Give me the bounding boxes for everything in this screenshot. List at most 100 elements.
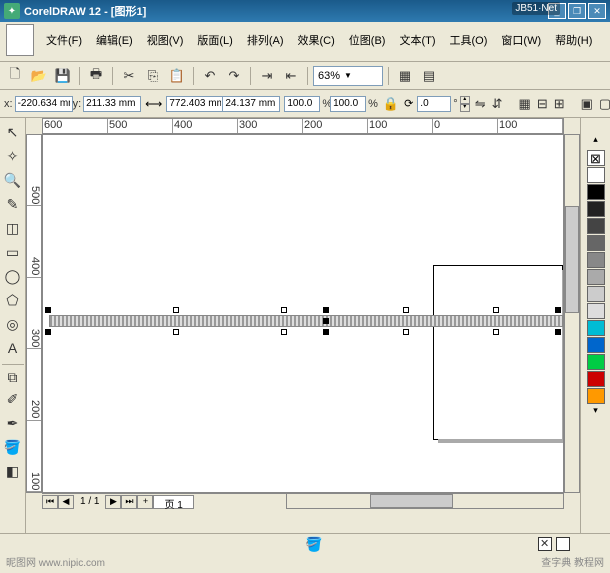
spin-up[interactable]: ▴ — [460, 96, 470, 104]
scroll-thumb-v[interactable] — [565, 206, 579, 313]
menu-window[interactable]: 窗口(W) — [495, 30, 547, 50]
fill-none-icon[interactable] — [538, 537, 552, 551]
swatch-9[interactable] — [587, 320, 605, 336]
swatch-12[interactable] — [587, 371, 605, 387]
sel-handle-tm1[interactable] — [173, 307, 179, 313]
shape-tool[interactable]: ✧ — [2, 145, 24, 167]
spin-down[interactable]: ▾ — [460, 104, 470, 112]
ellipse-tool[interactable]: ◯ — [2, 265, 24, 287]
swatch-0[interactable] — [587, 167, 605, 183]
page-tab[interactable]: 页 1 — [153, 495, 193, 509]
menu-layout[interactable]: 版面(L) — [191, 30, 238, 50]
sel-handle-bm4[interactable] — [493, 329, 499, 335]
lock-ratio-button[interactable]: 🔒 — [382, 93, 400, 115]
cut-button[interactable]: ✂ — [118, 65, 140, 87]
page-next-button[interactable]: ▶ — [105, 495, 121, 509]
swatch-2[interactable] — [587, 201, 605, 217]
maximize-button[interactable]: ❐ — [568, 3, 586, 19]
scaley-field[interactable] — [330, 96, 366, 112]
y-field[interactable] — [83, 96, 141, 112]
page-add-button[interactable]: + — [137, 495, 153, 509]
import-button[interactable]: ⇥ — [256, 65, 278, 87]
align-button[interactable]: ▦ — [518, 93, 532, 115]
swatch-13[interactable] — [587, 388, 605, 404]
sel-handle-tm2[interactable] — [281, 307, 287, 313]
sel-handle-tm3[interactable] — [403, 307, 409, 313]
menu-edit[interactable]: 编辑(E) — [90, 30, 139, 50]
page-prev-button[interactable]: ◀ — [58, 495, 74, 509]
sel-handle-bc[interactable] — [323, 329, 329, 335]
scrollbar-vertical[interactable] — [564, 134, 580, 493]
swatch-4[interactable] — [587, 235, 605, 251]
outline-indicator[interactable] — [556, 537, 570, 551]
save-button[interactable]: 💾 — [52, 65, 74, 87]
basicshape-tool[interactable]: ◎ — [2, 313, 24, 335]
sel-handle-bm2[interactable] — [281, 329, 287, 335]
swatch-8[interactable] — [587, 303, 605, 319]
text-tool[interactable]: A — [2, 337, 24, 359]
page-first-button[interactable]: ⏮ — [42, 495, 58, 509]
menu-text[interactable]: 文本(T) — [393, 30, 441, 50]
sel-handle-bm1[interactable] — [173, 329, 179, 335]
swatch-1[interactable] — [587, 184, 605, 200]
sel-handle-tc[interactable] — [323, 307, 329, 313]
palette-down-button[interactable]: ▾ — [581, 405, 610, 419]
group-button[interactable]: ⊞ — [553, 93, 566, 115]
sel-handle-bl[interactable] — [45, 329, 51, 335]
snap-button[interactable]: ▦ — [394, 65, 416, 87]
blend-tool[interactable]: ⧉ — [2, 364, 24, 386]
sel-handle-br[interactable] — [555, 329, 561, 335]
palette-up-button[interactable]: ▴ — [581, 134, 610, 148]
zoom-tool[interactable]: 🔍 — [2, 169, 24, 191]
selected-pattern-bar[interactable] — [49, 315, 563, 327]
menu-bitmaps[interactable]: 位图(B) — [343, 30, 392, 50]
sel-handle-tm4[interactable] — [493, 307, 499, 313]
scroll-thumb-h[interactable] — [370, 494, 453, 508]
paste-button[interactable]: 📋 — [166, 65, 188, 87]
x-field[interactable] — [15, 96, 73, 112]
freehand-tool[interactable]: ✎ — [2, 193, 24, 215]
sel-handle-tl[interactable] — [45, 307, 51, 313]
swatch-3[interactable] — [587, 218, 605, 234]
swatch-6[interactable] — [587, 269, 605, 285]
height-field[interactable] — [222, 96, 280, 112]
swatch-10[interactable] — [587, 337, 605, 353]
new-button[interactable]: 🗋 — [4, 65, 26, 87]
interactive-fill-tool[interactable]: ◧ — [2, 460, 24, 482]
open-button[interactable]: 📂 — [28, 65, 50, 87]
copy-button[interactable]: ⎘ — [142, 65, 164, 87]
rectangle-tool[interactable]: ▭ — [2, 241, 24, 263]
scalex-field[interactable] — [284, 96, 320, 112]
print-button[interactable]: 🖶 — [85, 65, 107, 87]
outline-tool[interactable]: ✒ — [2, 412, 24, 434]
swatch-7[interactable] — [587, 286, 605, 302]
polygon-tool[interactable]: ⬠ — [2, 289, 24, 311]
menu-arrange[interactable]: 排列(A) — [241, 30, 290, 50]
fill-tool[interactable]: 🪣 — [2, 436, 24, 458]
scrollbar-horizontal[interactable] — [286, 493, 564, 509]
rotation-field[interactable] — [417, 96, 451, 112]
close-button[interactable]: ✕ — [588, 3, 606, 19]
mirror-h-button[interactable]: ⇋ — [474, 93, 487, 115]
export-button[interactable]: ⇤ — [280, 65, 302, 87]
smartdraw-tool[interactable]: ◫ — [2, 217, 24, 239]
menu-file[interactable]: 文件(F) — [40, 30, 88, 50]
menu-view[interactable]: 视图(V) — [141, 30, 190, 50]
eyedropper-tool[interactable]: ✐ — [2, 388, 24, 410]
mirror-v-button[interactable]: ⇵ — [491, 93, 504, 115]
menu-help[interactable]: 帮助(H) — [549, 30, 598, 50]
swatch-11[interactable] — [587, 354, 605, 370]
sel-handle-bm3[interactable] — [403, 329, 409, 335]
canvas[interactable] — [42, 134, 564, 493]
options-button[interactable]: ▤ — [418, 65, 440, 87]
toback-button[interactable]: ▢ — [598, 93, 610, 115]
tofront-button[interactable]: ▣ — [580, 93, 594, 115]
page-last-button[interactable]: ⏭ — [121, 495, 137, 509]
redo-button[interactable]: ↷ — [223, 65, 245, 87]
swatch-none[interactable]: ⊠ — [587, 150, 605, 166]
undo-button[interactable]: ↶ — [199, 65, 221, 87]
sel-handle-tr[interactable] — [555, 307, 561, 313]
swatch-5[interactable] — [587, 252, 605, 268]
pick-tool[interactable]: ↖ — [2, 121, 24, 143]
ungroup-button[interactable]: ⊟ — [536, 93, 549, 115]
